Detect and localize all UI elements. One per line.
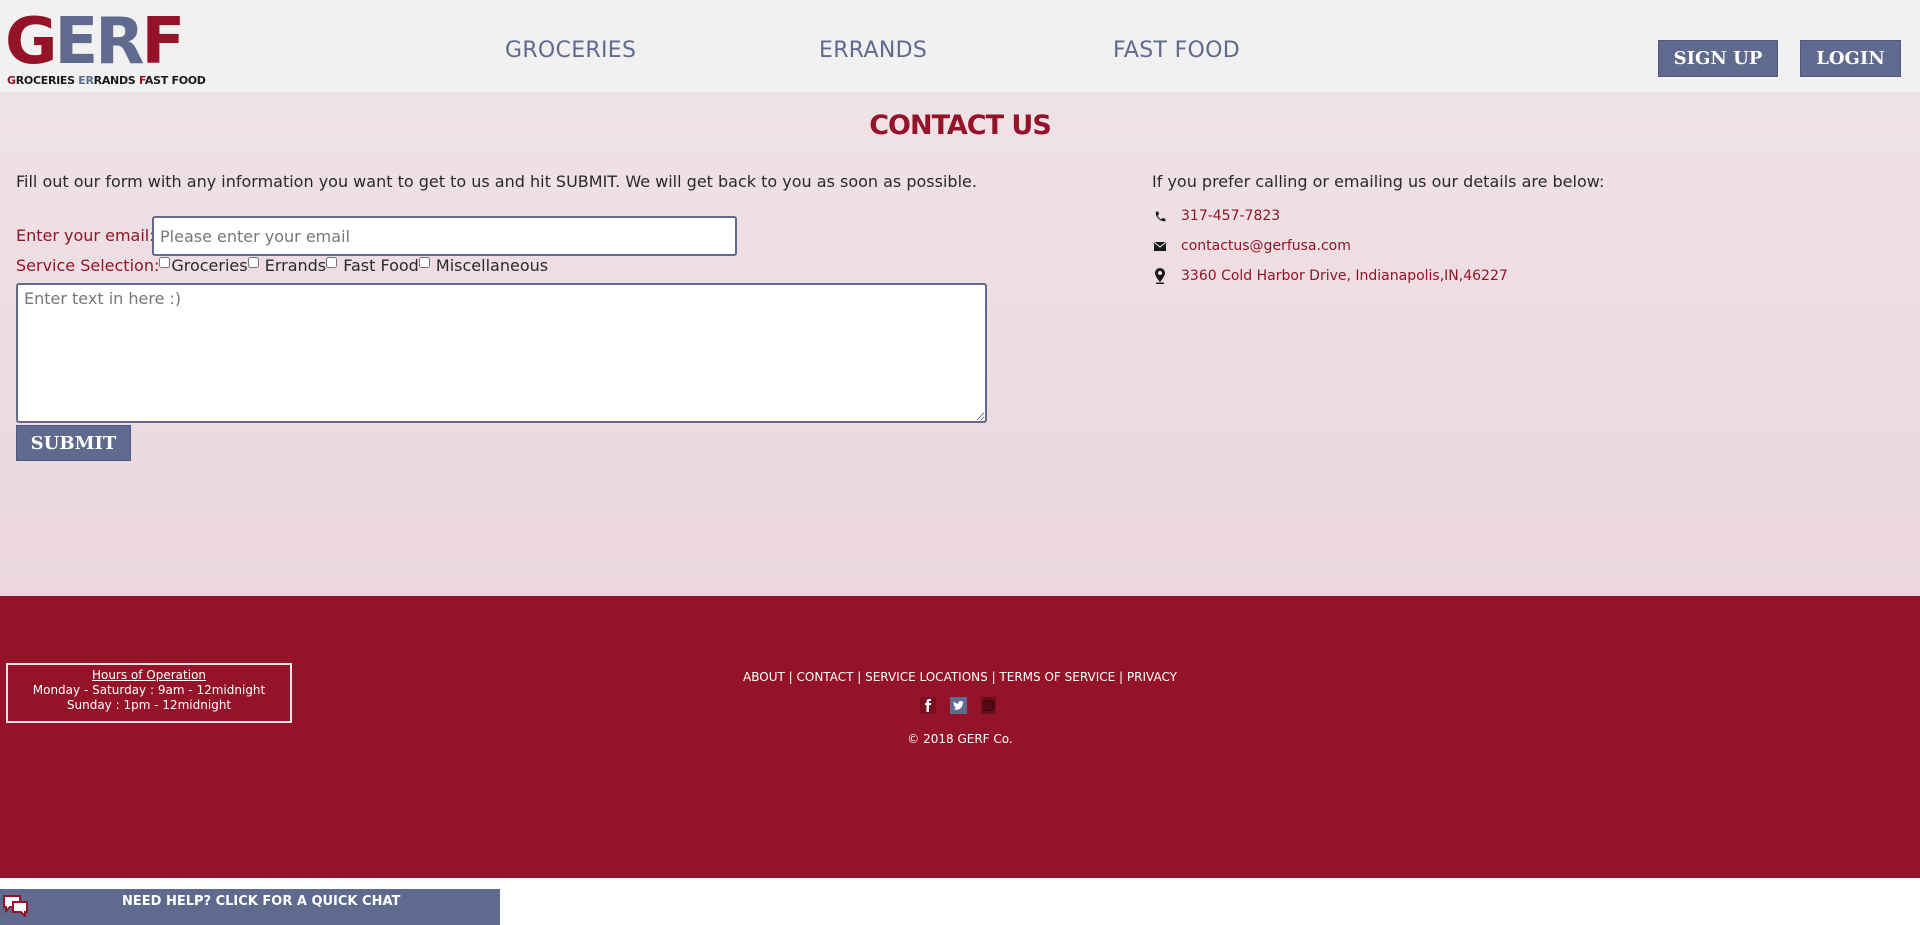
street-address: 3360 Cold Harbor Drive, Indianapolis,IN,… bbox=[1181, 268, 1508, 284]
tagline-part: AST FOOD bbox=[144, 74, 206, 87]
site-footer: Hours of Operation Monday - Saturday : 9… bbox=[0, 596, 1920, 878]
contact-section: CONTACT US Fill out our form with any in… bbox=[0, 92, 1920, 596]
footer-separator: | bbox=[784, 670, 797, 684]
checkbox-errands[interactable] bbox=[247, 257, 259, 268]
footer-links: ABOUT | CONTACT | SERVICE LOCATIONS | TE… bbox=[0, 670, 1920, 684]
hours-sunday: Sunday : 1pm - 12midnight bbox=[66, 698, 232, 712]
footer-link-service-locations[interactable]: SERVICE LOCATIONS bbox=[865, 670, 988, 684]
checkbox-miscellaneous-label: Miscellaneous bbox=[435, 256, 549, 275]
site-header: GERF GROCERIES ERRANDS FAST FOOD GROCERI… bbox=[0, 0, 1920, 92]
social-links bbox=[919, 696, 997, 714]
twitter-icon[interactable] bbox=[949, 696, 967, 714]
message-textarea[interactable] bbox=[16, 283, 987, 423]
email-address[interactable]: contactus@gerfusa.com bbox=[1181, 238, 1351, 254]
phone-number[interactable]: 317-457-7823 bbox=[1181, 208, 1280, 224]
footer-link-about[interactable]: ABOUT bbox=[743, 670, 785, 684]
map-pin-icon bbox=[1152, 268, 1168, 284]
contact-details-intro: If you prefer calling or emailing us our… bbox=[1152, 172, 1605, 191]
nav-errands[interactable]: ERRANDS bbox=[819, 38, 927, 63]
form-intro-text: Fill out our form with any information y… bbox=[16, 172, 977, 191]
contact-phone: 317-457-7823 bbox=[1152, 206, 1280, 226]
service-selection-label: Service Selection: bbox=[16, 256, 160, 275]
checkbox-fast-food-label: Fast Food bbox=[343, 256, 419, 275]
checkbox-miscellaneous[interactable] bbox=[418, 257, 430, 268]
logo-letter-g: G bbox=[5, 5, 58, 79]
tagline-part: ROCERIES bbox=[15, 74, 79, 87]
email-label: Enter your email: bbox=[16, 226, 155, 245]
checkbox-fast-food[interactable] bbox=[326, 257, 338, 268]
quick-chat-label: NEED HELP? CLICK FOR A QUICK CHAT bbox=[122, 894, 401, 909]
email-input[interactable] bbox=[152, 216, 737, 256]
envelope-icon bbox=[1152, 238, 1168, 254]
logo-tagline: GROCERIES ERRANDS FAST FOOD bbox=[7, 74, 206, 87]
footer-link-contact[interactable]: CONTACT bbox=[797, 670, 854, 684]
footer-separator: | bbox=[853, 670, 866, 684]
service-selection: Service Selection: Groceries Errands Fast… bbox=[16, 256, 548, 275]
logo-letter-r: R bbox=[95, 5, 144, 79]
tagline-part: RANDS bbox=[93, 74, 139, 87]
submit-button[interactable]: SUBMIT bbox=[16, 425, 131, 461]
footer-link-privacy[interactable]: PRIVACY bbox=[1127, 670, 1177, 684]
footer-separator: | bbox=[1115, 670, 1127, 684]
copyright: © 2018 GERF Co. bbox=[907, 732, 1013, 746]
quick-chat-bar[interactable]: NEED HELP? CLICK FOR A QUICK CHAT bbox=[0, 889, 500, 925]
footer-link-terms[interactable]: TERMS OF SERVICE bbox=[999, 670, 1115, 684]
logo-letter-f: F bbox=[141, 5, 186, 79]
logo-letters: GERF bbox=[5, 10, 185, 74]
nav-groceries[interactable]: GROCERIES bbox=[505, 38, 636, 63]
nav-fast-food[interactable]: FAST FOOD bbox=[1113, 38, 1240, 63]
logo-letter-e: E bbox=[54, 5, 99, 79]
hours-weekday: Monday - Saturday : 9am - 12midnight bbox=[32, 683, 266, 697]
phone-icon bbox=[1152, 208, 1168, 224]
tagline-part: ER bbox=[78, 74, 94, 87]
gerf-logo[interactable]: GERF GROCERIES ERRANDS FAST FOOD bbox=[5, 10, 215, 90]
page-title: CONTACT US bbox=[869, 110, 1052, 141]
checkbox-errands-label: Errands bbox=[264, 256, 327, 275]
footer-separator: | bbox=[987, 670, 1000, 684]
facebook-icon[interactable] bbox=[919, 696, 937, 714]
contact-email: contactus@gerfusa.com bbox=[1152, 236, 1351, 256]
tagline-part: G bbox=[7, 74, 16, 87]
sign-up-button[interactable]: SIGN UP bbox=[1658, 40, 1778, 77]
instagram-icon[interactable] bbox=[979, 696, 997, 714]
checkbox-groceries-label: Groceries bbox=[171, 256, 248, 275]
contact-address: 3360 Cold Harbor Drive, Indianapolis,IN,… bbox=[1152, 266, 1508, 286]
login-button[interactable]: LOGIN bbox=[1800, 40, 1901, 77]
chat-bubbles-icon bbox=[2, 893, 30, 919]
checkbox-groceries[interactable] bbox=[159, 257, 171, 268]
